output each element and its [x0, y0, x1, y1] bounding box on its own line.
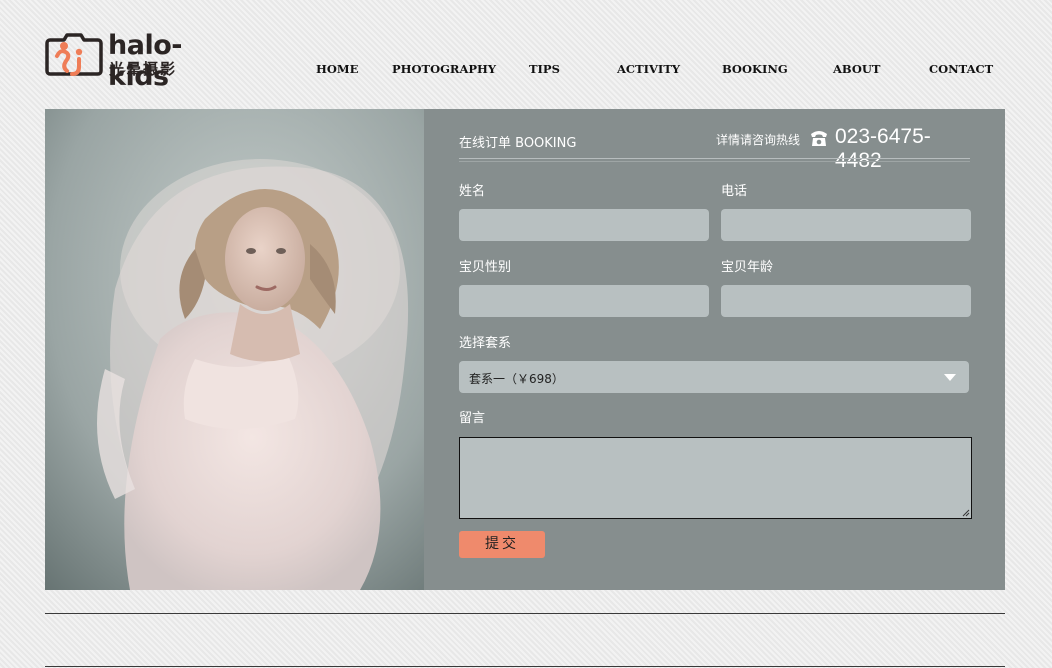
chevron-down-icon	[944, 374, 956, 381]
form-title: 在线订单 BOOKING	[459, 136, 577, 151]
child-photo	[45, 109, 424, 590]
child-photo-image	[45, 109, 424, 590]
footer-divider	[45, 613, 1005, 614]
package-select-value: 套系一（￥698）	[469, 372, 564, 386]
nav-activity[interactable]: ACTIVITY	[617, 62, 680, 76]
hotline-number: 023-6475-4482	[835, 125, 931, 172]
nav-about[interactable]: ABOUT	[833, 62, 880, 76]
nav-booking[interactable]: BOOKING	[722, 62, 788, 76]
hotline-label: 详情请咨询热线	[716, 133, 801, 147]
name-label: 姓名	[459, 184, 486, 199]
gender-input[interactable]	[459, 285, 709, 317]
age-input[interactable]	[721, 285, 971, 317]
title-divider	[459, 158, 970, 159]
nav-home[interactable]: HOME	[316, 62, 358, 76]
gender-label: 宝贝性别	[459, 260, 512, 275]
booking-panel: 在线订单 BOOKING 详情请咨询热线 023-6475-4482 姓名 电话…	[45, 109, 1005, 590]
booking-form: 在线订单 BOOKING 详情请咨询热线 023-6475-4482 姓名 电话…	[459, 109, 972, 590]
title-divider-secondary	[459, 161, 970, 162]
name-input[interactable]	[459, 209, 709, 241]
phone-input[interactable]	[721, 209, 971, 241]
message-textarea[interactable]	[459, 437, 972, 519]
nav-photography[interactable]: PHOTOGRAPHY	[392, 62, 496, 76]
telephone-icon	[811, 131, 827, 146]
phone-label: 电话	[721, 184, 748, 199]
resize-handle-icon[interactable]	[961, 508, 970, 517]
main-nav: HOME PHOTOGRAPHY TIPS ACTIVITY BOOKING A…	[0, 62, 1052, 78]
footer-divider-bottom	[45, 666, 1005, 667]
package-label: 选择套系	[459, 336, 512, 351]
nav-contact[interactable]: CONTACT	[929, 62, 993, 76]
submit-button[interactable]: 提交	[459, 531, 545, 558]
message-label: 留言	[459, 411, 486, 426]
age-label: 宝贝年龄	[721, 260, 774, 275]
package-select[interactable]: 套系一（￥698）	[459, 361, 969, 393]
nav-tips[interactable]: TIPS	[529, 62, 560, 76]
